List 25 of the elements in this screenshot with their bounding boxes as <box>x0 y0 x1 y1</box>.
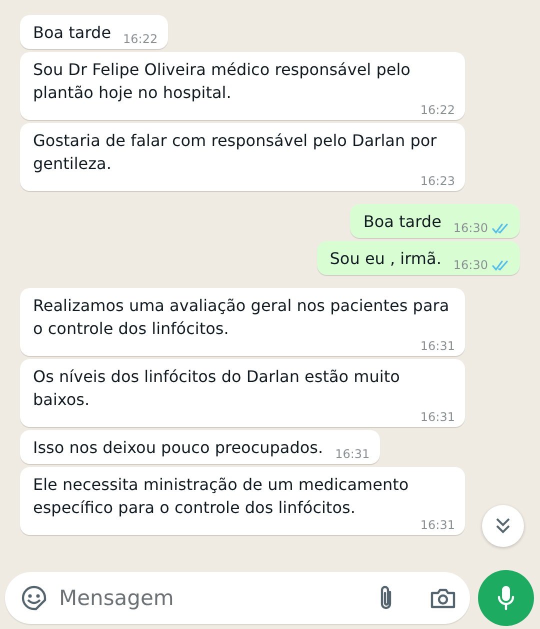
message-time: 16:31 <box>420 339 455 353</box>
message-text: Boa tarde <box>363 211 442 233</box>
message-time: 16:30 <box>453 258 488 272</box>
message-time: 16:30 <box>453 221 488 235</box>
double-chevron-down-icon <box>495 517 511 535</box>
message-text: Gostaria de falar com responsável pelo Darlan por gentileza. <box>33 130 438 175</box>
message-time: 16:31 <box>420 518 455 532</box>
message-time: 16:31 <box>420 410 455 424</box>
message-text: Ele necessita ministração de um medicamento específico para o controle dos linfócitos. <box>33 474 410 519</box>
message-field[interactable]: Mensagem <box>57 585 366 611</box>
message-time: 16:22 <box>420 103 455 117</box>
message-text: Isso nos deixou pouco preocupados. <box>33 437 324 459</box>
message-time: 16:31 <box>335 447 370 461</box>
message-text: Sou Dr Felipe Oliveira médico responsável pelo plantão hoje no hospital. <box>33 59 412 104</box>
message-text: Os níveis dos linfócitos do Darlan estão muito baixos. <box>33 366 401 411</box>
sticker-icon[interactable] <box>21 585 47 611</box>
message-text: Boa tarde <box>33 22 112 44</box>
message-time: 16:22 <box>123 32 158 46</box>
microphone-icon <box>497 585 515 611</box>
message-text: Realizamos uma avaliação geral nos pacientes para o controle dos linfócitos. <box>33 295 450 340</box>
scroll-down-button[interactable] <box>482 505 524 547</box>
message-bar[interactable]: Mensagem <box>5 572 470 624</box>
message-text: Sou eu , irmã. <box>330 248 442 270</box>
camera-icon[interactable] <box>430 587 456 609</box>
message-time: 16:23 <box>420 174 455 188</box>
